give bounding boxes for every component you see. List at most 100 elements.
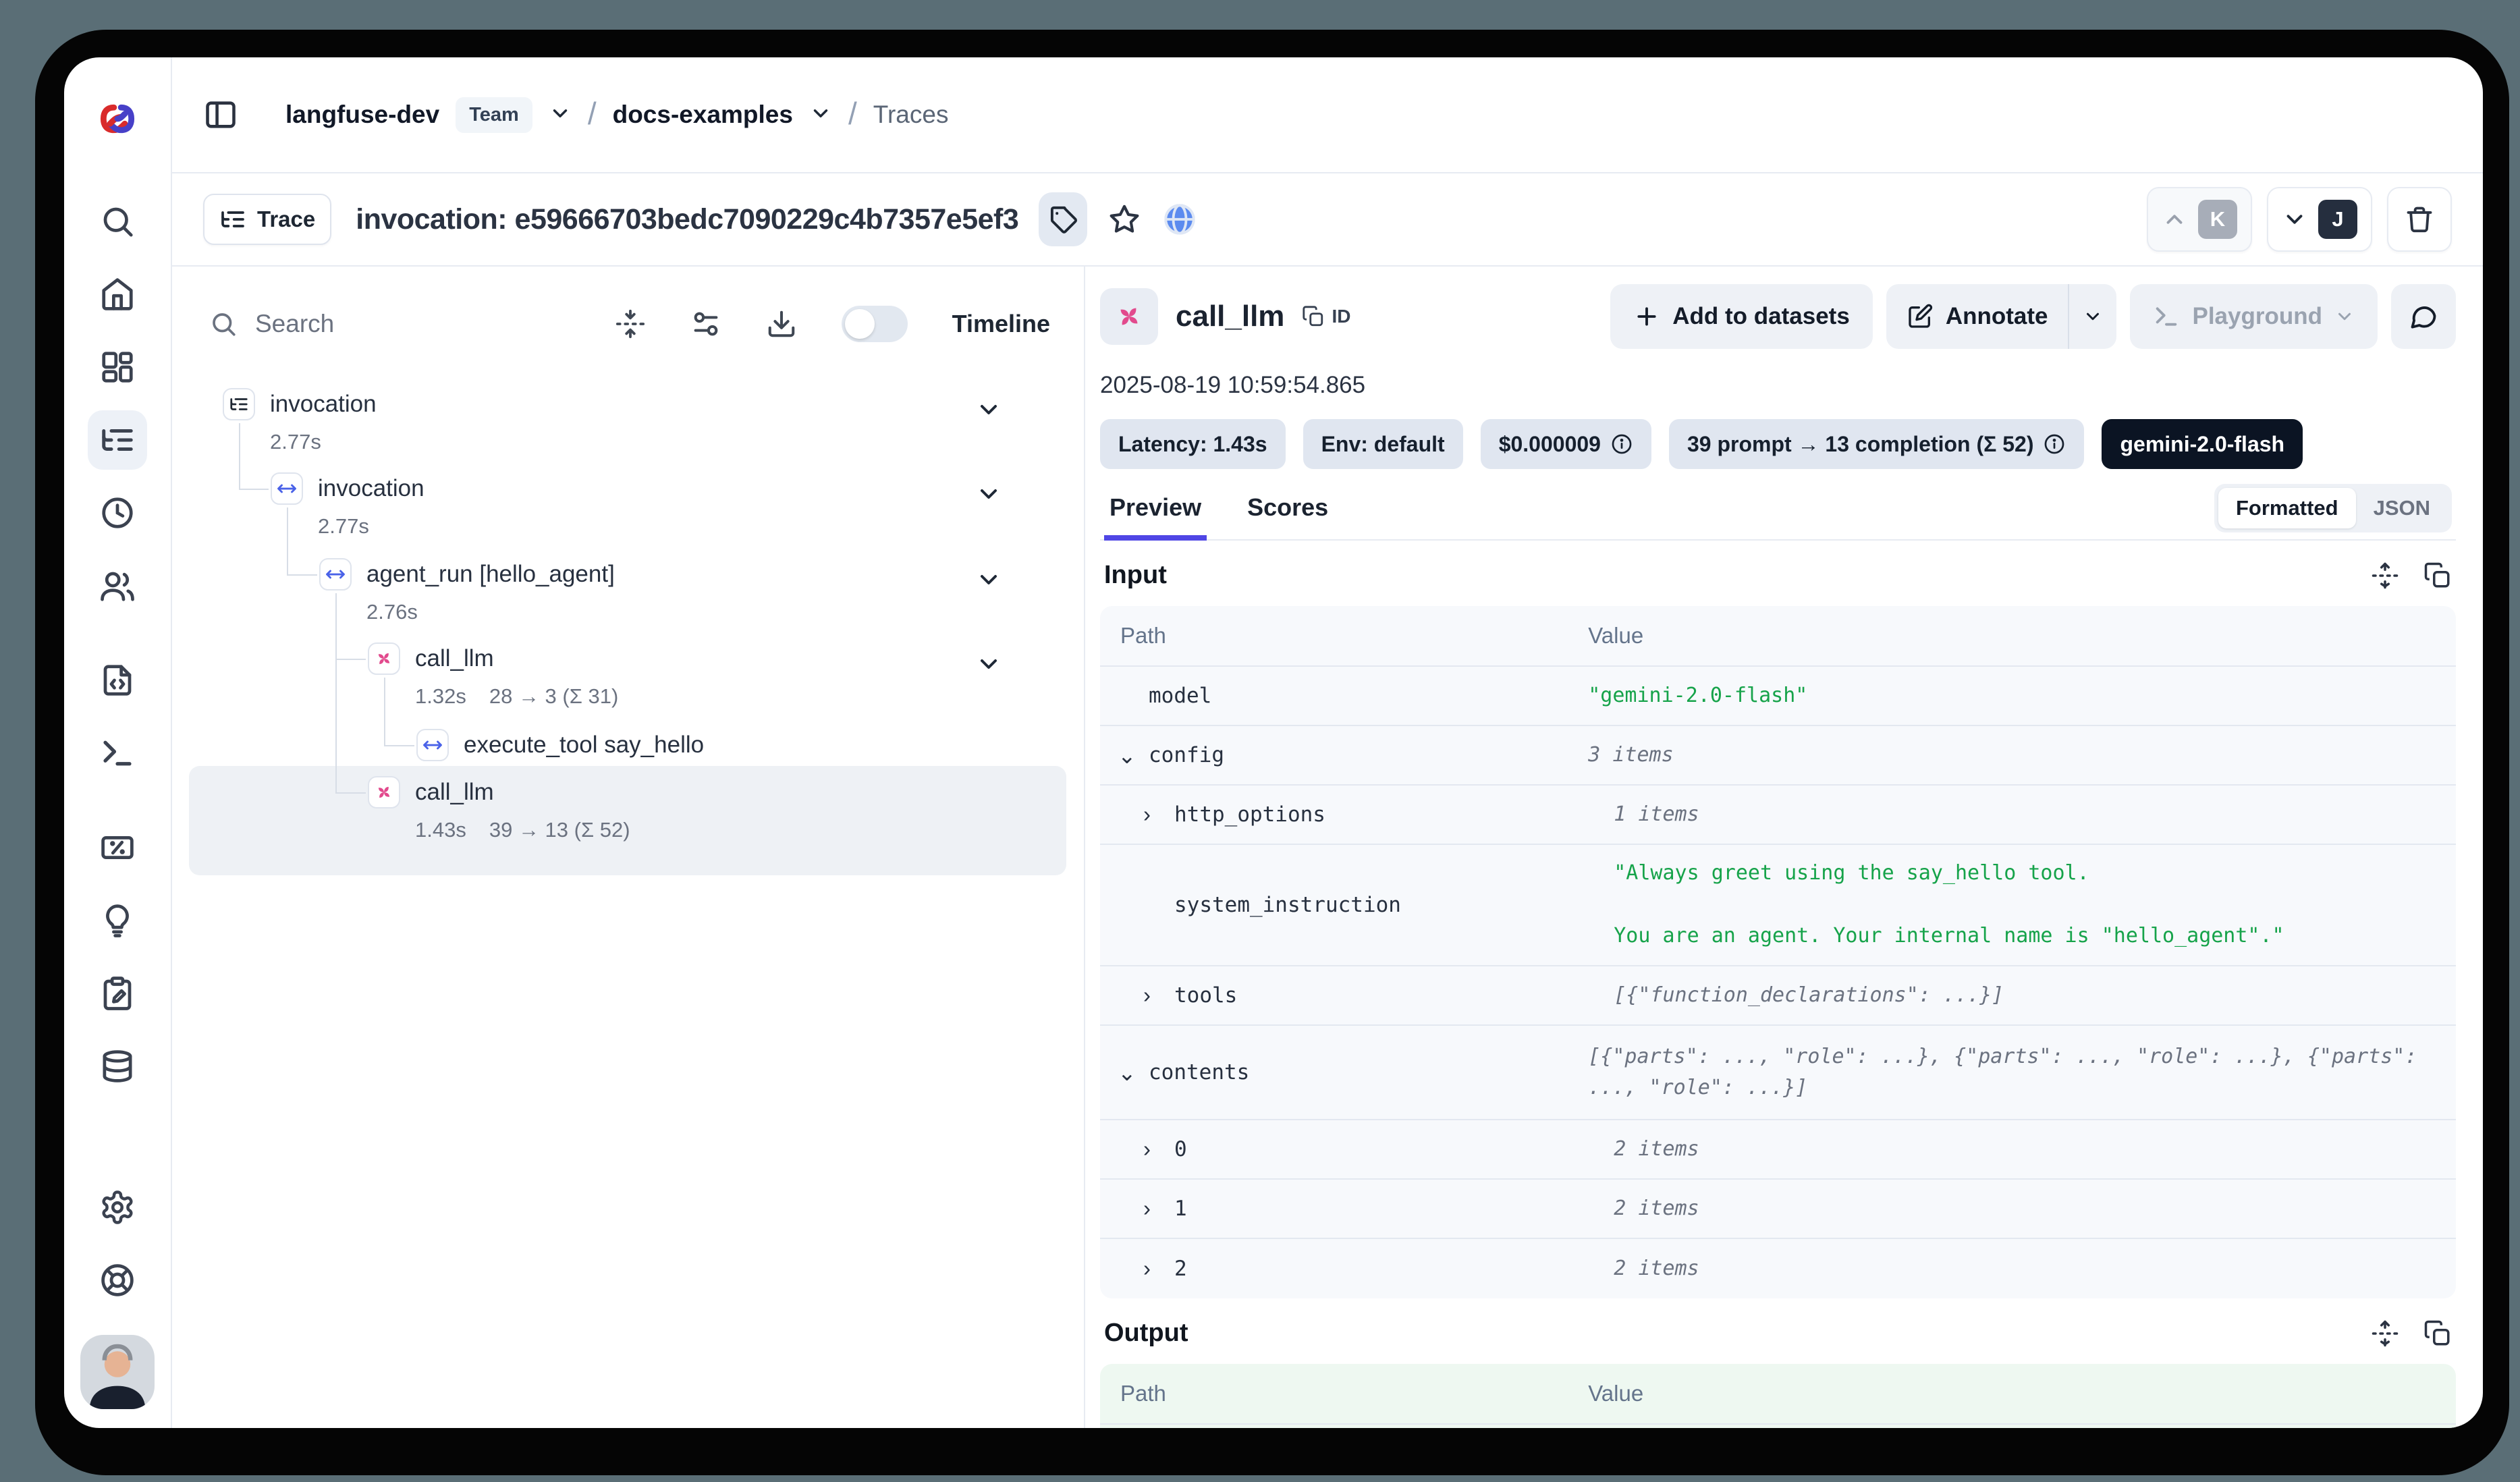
model-badge[interactable]: gemini-2.0-flash xyxy=(2102,419,2303,469)
collapse-node-icon[interactable] xyxy=(975,566,1002,593)
breadcrumb-env[interactable]: docs-examples xyxy=(613,101,793,129)
breadcrumb-separator: / xyxy=(588,95,597,132)
tree-node-agent-run[interactable]: agent_run [hello_agent] 2.76s xyxy=(319,558,615,624)
project-type-badge: Team xyxy=(456,97,532,133)
observation-tree-panel: Timeline xyxy=(172,267,1085,1428)
expand-row-icon[interactable]: › xyxy=(1143,1256,1174,1282)
table-row: ›2 2 items xyxy=(1100,1239,2456,1298)
add-to-datasets-button[interactable]: Add to datasets xyxy=(1610,284,1873,349)
tree-node-invocation-span[interactable]: invocation 2.77s xyxy=(271,472,424,539)
token-usage-badge[interactable]: 39 prompt → 13 completion (Σ 52) xyxy=(1669,419,2085,469)
rail-traces-icon[interactable] xyxy=(88,410,147,470)
playground-button[interactable]: Playground xyxy=(2130,284,2378,349)
collapse-all-icon[interactable] xyxy=(615,308,646,339)
tree-node-call-llm-2[interactable]: call_llm 1.43s 39 → 13 (Σ 52) xyxy=(368,776,630,842)
breadcrumb: langfuse-dev Team / docs-examples / Trac… xyxy=(285,97,948,133)
tree-node-duration: 2.77s xyxy=(270,430,321,454)
tags-button[interactable] xyxy=(1039,192,1087,246)
public-visibility-button[interactable] xyxy=(1161,201,1198,238)
next-trace-button[interactable]: J xyxy=(2267,187,2372,252)
tree-search-input[interactable] xyxy=(255,310,589,338)
rail-annotation-icon[interactable] xyxy=(99,975,136,1012)
rail-datasets-icon[interactable] xyxy=(99,1048,136,1085)
rail-sessions-icon[interactable] xyxy=(99,495,136,531)
output-heading: Output xyxy=(1104,1319,1188,1348)
generation-icon xyxy=(1100,288,1158,345)
copy-icon[interactable] xyxy=(2423,561,2452,590)
tab-scores[interactable]: Scores xyxy=(1242,493,1334,539)
tree-toolbar: Timeline xyxy=(172,287,1084,361)
collapse-row-icon[interactable]: ⌄ xyxy=(1118,742,1149,769)
tree-node-label: agent_run [hello_agent] xyxy=(366,561,615,588)
annotate-button[interactable]: Annotate xyxy=(1886,284,2069,349)
comments-button[interactable] xyxy=(2391,284,2456,349)
tree-node-invocation[interactable]: invocation 2.77s xyxy=(223,388,377,454)
rail-prompts-icon[interactable] xyxy=(99,662,136,698)
bookmark-star-button[interactable] xyxy=(1107,202,1141,236)
expand-icon[interactable] xyxy=(2371,561,2399,590)
rail-dashboard-icon[interactable] xyxy=(99,349,136,385)
tree-node-label: invocation xyxy=(318,475,424,502)
tree-node-label: execute_tool say_hello xyxy=(464,732,704,759)
tree-node-label: call_llm xyxy=(415,645,494,672)
rail-search-icon[interactable] xyxy=(99,203,136,240)
env-badge: Env: default xyxy=(1303,419,1463,469)
tree-node-call-llm-1[interactable]: call_llm 1.32s 28 → 3 (Σ 31) xyxy=(368,642,618,709)
format-formatted[interactable]: Formatted xyxy=(2218,488,2356,528)
table-row: ›1 2 items xyxy=(1100,1180,2456,1239)
copy-id-button[interactable]: ID xyxy=(1302,305,1350,328)
rail-support-icon[interactable] xyxy=(99,1262,136,1298)
copy-icon[interactable] xyxy=(2423,1319,2452,1348)
table-row: system_instruction "Always greet using t… xyxy=(1100,845,2456,966)
detail-tabs: Preview Scores Formatted JSON xyxy=(1100,484,2456,541)
delete-trace-button[interactable] xyxy=(2387,187,2452,252)
tree-connector xyxy=(384,745,414,746)
expand-row-icon[interactable]: › xyxy=(1143,1196,1174,1222)
star-icon xyxy=(1107,202,1141,236)
chevron-down-icon xyxy=(2282,207,2307,232)
io-scroll-area[interactable]: Input Path Value xyxy=(1100,541,2456,1428)
toggle-knob xyxy=(845,309,875,339)
chevron-down-icon[interactable] xyxy=(549,102,572,128)
previous-trace-button[interactable]: K xyxy=(2147,187,2252,252)
breadcrumb-page[interactable]: Traces xyxy=(873,101,949,129)
format-json[interactable]: JSON xyxy=(2356,488,2448,528)
collapse-row-icon[interactable]: ⌄ xyxy=(1118,1060,1149,1086)
tree-settings-icon[interactable] xyxy=(690,308,721,339)
tree-node-execute-tool[interactable]: execute_tool say_hello xyxy=(416,729,704,761)
expand-row-icon[interactable]: › xyxy=(1143,983,1174,1008)
tree-node-tokens: 39 → 13 (Σ 52) xyxy=(489,818,630,842)
annotate-dropdown-button[interactable] xyxy=(2069,284,2116,349)
rail-scores-icon[interactable] xyxy=(99,829,136,866)
sidebar-toggle-icon[interactable] xyxy=(203,97,238,132)
rail-home-icon[interactable] xyxy=(99,276,136,312)
expand-icon[interactable] xyxy=(2371,1319,2399,1348)
pen-square-icon xyxy=(1907,303,1934,330)
tree-connector xyxy=(335,792,366,794)
input-section-header: Input xyxy=(1100,561,2456,590)
download-icon[interactable] xyxy=(766,308,797,339)
table-row: ⌄content 2 items xyxy=(1100,1425,2456,1428)
tree-node-label: invocation xyxy=(270,391,377,418)
breadcrumb-project[interactable]: langfuse-dev xyxy=(285,101,439,129)
rail-settings-icon[interactable] xyxy=(99,1189,136,1226)
playground-label: Playground xyxy=(2192,303,2322,330)
rail-evaluation-icon[interactable] xyxy=(99,902,136,939)
collapse-node-icon[interactable] xyxy=(975,481,1002,507)
icon-rail xyxy=(64,57,172,1428)
langfuse-logo-icon[interactable] xyxy=(95,97,140,141)
tab-preview[interactable]: Preview xyxy=(1104,493,1207,539)
collapse-node-icon[interactable] xyxy=(975,651,1002,678)
input-table: Path Value model "gemini-2.0-flash" ⌄con… xyxy=(1100,606,2456,1298)
cost-badge[interactable]: $0.000009 xyxy=(1481,419,1651,469)
chevron-down-icon[interactable] xyxy=(809,102,832,128)
rail-playground-icon[interactable] xyxy=(99,735,136,771)
rail-users-icon[interactable] xyxy=(99,568,136,604)
latency-badge: Latency: 1.43s xyxy=(1100,419,1286,469)
app-window: langfuse-dev Team / docs-examples / Trac… xyxy=(64,57,2483,1428)
timeline-toggle[interactable] xyxy=(842,306,908,342)
expand-row-icon[interactable]: › xyxy=(1143,1136,1174,1162)
collapse-node-icon[interactable] xyxy=(975,396,1002,423)
expand-row-icon[interactable]: › xyxy=(1143,802,1174,827)
user-avatar[interactable] xyxy=(80,1335,155,1409)
